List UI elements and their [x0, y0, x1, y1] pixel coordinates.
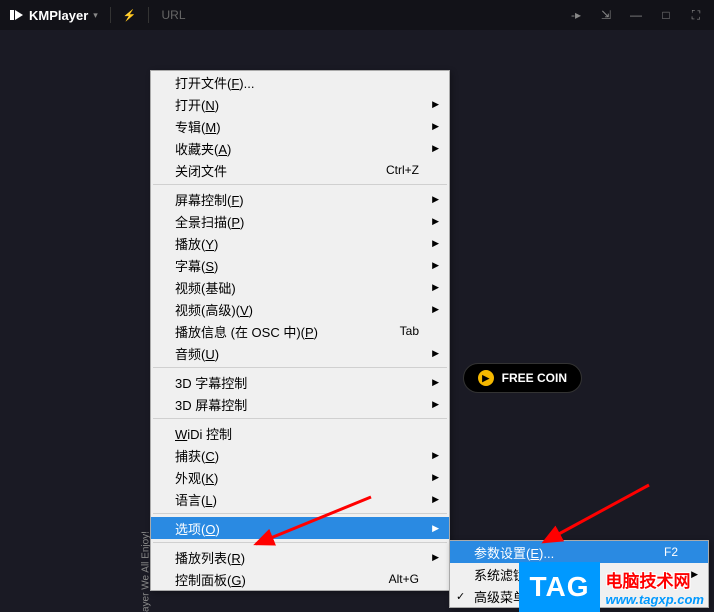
menu-item-shortcut: F2	[664, 545, 678, 559]
menu-item-3[interactable]: 收藏夹(A) ▶	[151, 137, 449, 159]
submenu-arrow-icon: ▶	[432, 399, 439, 410]
menu-item-label: 打开文件(F)...	[175, 73, 419, 92]
menu-item-label: 关闭文件	[175, 161, 386, 180]
menu-item-15[interactable]: 3D 字幕控制 ▶	[151, 371, 449, 393]
menu-item-label: 打开(N)	[175, 95, 419, 114]
submenu-arrow-icon: ▶	[432, 143, 439, 154]
divider	[148, 7, 149, 23]
menu-item-19[interactable]: 捕获(C) ▶	[151, 444, 449, 466]
menu-item-16[interactable]: 3D 屏幕控制 ▶	[151, 393, 449, 415]
submenu-arrow-icon: ▶	[432, 194, 439, 205]
menu-item-2[interactable]: 专辑(M) ▶	[151, 115, 449, 137]
submenu-arrow-icon: ▶	[432, 304, 439, 315]
menu-item-label: 参数设置(E)...	[474, 543, 664, 562]
menu-item-4[interactable]: 关闭文件Ctrl+Z	[151, 159, 449, 181]
compact-icon[interactable]: ⇲	[598, 8, 614, 22]
menu-item-26[interactable]: 控制面板(G)Alt+G	[151, 568, 449, 590]
submenu-arrow-icon: ▶	[432, 377, 439, 388]
menu-item-label: 视频(高级)(V)	[175, 300, 419, 319]
context-menu: 打开文件(F)... 打开(N) ▶ 专辑(M) ▶ 收藏夹(A) ▶ 关闭文件Ctrl+Z 屏…	[150, 70, 450, 591]
menu-item-label: WiDi 控制	[175, 424, 419, 443]
menu-item-label: 语言(L)	[175, 490, 419, 509]
menu-item-label: 捕获(C)	[175, 446, 419, 465]
free-coin-badge[interactable]: ▶ FREE COIN	[463, 363, 582, 393]
submenu-arrow-icon: ▶	[432, 238, 439, 249]
menu-item-label: 播放(Y)	[175, 234, 419, 253]
menu-item-shortcut: Tab	[400, 324, 419, 338]
url-label[interactable]: URL	[161, 8, 185, 22]
watermark-url: www.tagxp.com	[606, 592, 704, 607]
submenu-arrow-icon: ▶	[432, 260, 439, 271]
submenu-arrow-icon: ▶	[432, 494, 439, 505]
menu-item-10[interactable]: 视频(基础) ▶	[151, 276, 449, 298]
maximize-button[interactable]: □	[658, 8, 674, 22]
menu-item-23[interactable]: 选项(O) ▶	[151, 517, 449, 539]
menu-item-21[interactable]: 语言(L) ▶	[151, 488, 449, 510]
submenu-arrow-icon: ▶	[432, 523, 439, 534]
submenu-arrow-icon: ▶	[432, 472, 439, 483]
check-icon: ✓	[456, 590, 465, 603]
menu-item-label: 屏幕控制(F)	[175, 190, 419, 209]
menu-item-label: 收藏夹(A)	[175, 139, 419, 158]
watermark: TAG 电脑技术网 www.tagxp.com	[519, 562, 704, 612]
menu-item-20[interactable]: 外观(K) ▶	[151, 466, 449, 488]
window-controls: -▸ ⇲ ― □ ⛶	[568, 8, 704, 23]
menu-separator	[153, 513, 447, 514]
menu-item-12[interactable]: 播放信息 (在 OSC 中)(P)Tab	[151, 320, 449, 342]
menu-item-label: 视频(基础)	[175, 278, 419, 297]
submenu-item-0[interactable]: 参数设置(E)...F2	[450, 541, 708, 563]
watermark-cn: 电脑技术网	[606, 567, 704, 592]
titlebar: KMPlayer ▾ ⚡ URL -▸ ⇲ ― □ ⛶	[0, 0, 714, 30]
menu-item-label: 全景扫描(P)	[175, 212, 419, 231]
submenu-arrow-icon: ▶	[432, 552, 439, 563]
coin-icon: ▶	[478, 370, 494, 386]
menu-separator	[153, 367, 447, 368]
menu-item-label: 选项(O)	[175, 519, 419, 538]
menu-item-label: 音频(U)	[175, 344, 419, 363]
menu-item-8[interactable]: 播放(Y) ▶	[151, 232, 449, 254]
chevron-down-icon[interactable]: ▾	[93, 10, 98, 21]
menu-item-shortcut: Alt+G	[389, 572, 419, 586]
menu-item-1[interactable]: 打开(N) ▶	[151, 93, 449, 115]
fullscreen-button[interactable]: ⛶	[688, 8, 704, 23]
menu-item-shortcut: Ctrl+Z	[386, 163, 419, 177]
menu-item-6[interactable]: 屏幕控制(F) ▶	[151, 188, 449, 210]
menu-separator	[153, 184, 447, 185]
menu-item-label: 字幕(S)	[175, 256, 419, 275]
submenu-arrow-icon: ▶	[432, 121, 439, 132]
menu-item-label: 控制面板(G)	[175, 570, 389, 589]
watermark-tag: TAG	[519, 562, 599, 612]
menu-item-9[interactable]: 字幕(S) ▶	[151, 254, 449, 276]
menu-item-label: 3D 屏幕控制	[175, 395, 419, 414]
divider	[110, 7, 111, 23]
menu-item-13[interactable]: 音频(U) ▶	[151, 342, 449, 364]
submenu-arrow-icon: ▶	[432, 450, 439, 461]
minimize-button[interactable]: ―	[628, 8, 644, 22]
app-logo-icon	[10, 8, 24, 22]
submenu-arrow-icon: ▶	[432, 282, 439, 293]
menu-item-18[interactable]: WiDi 控制	[151, 422, 449, 444]
submenu-arrow-icon: ▶	[432, 216, 439, 227]
menu-item-label: 播放信息 (在 OSC 中)(P)	[175, 322, 400, 341]
menu-item-7[interactable]: 全景扫描(P) ▶	[151, 210, 449, 232]
app-title[interactable]: KMPlayer	[29, 8, 88, 23]
menu-item-label: 外观(K)	[175, 468, 419, 487]
menu-separator	[153, 542, 447, 543]
menu-item-label: 3D 字幕控制	[175, 373, 419, 392]
menu-separator	[153, 418, 447, 419]
bolt-icon[interactable]: ⚡	[123, 9, 137, 22]
menu-item-label: 播放列表(R)	[175, 548, 419, 567]
submenu-arrow-icon: ▶	[432, 348, 439, 359]
menu-item-11[interactable]: 视频(高级)(V) ▶	[151, 298, 449, 320]
menu-item-0[interactable]: 打开文件(F)...	[151, 71, 449, 93]
menu-item-25[interactable]: 播放列表(R) ▶	[151, 546, 449, 568]
free-coin-label: FREE COIN	[502, 371, 567, 385]
pin-icon[interactable]: -▸	[568, 8, 584, 22]
submenu-arrow-icon: ▶	[432, 99, 439, 110]
menu-item-label: 专辑(M)	[175, 117, 419, 136]
